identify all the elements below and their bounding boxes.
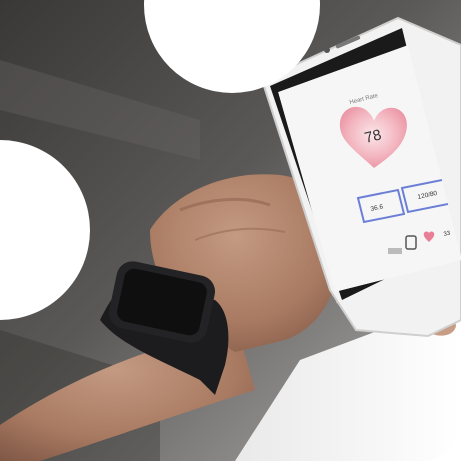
white-corner-notch — [428, 420, 461, 461]
white-half-circle-left — [0, 140, 90, 320]
hero-photo-frame: Heart Rate 78 36.6 120/80 33 — [0, 0, 461, 461]
white-circle-top — [144, 0, 320, 93]
decorative-shapes — [0, 0, 461, 461]
